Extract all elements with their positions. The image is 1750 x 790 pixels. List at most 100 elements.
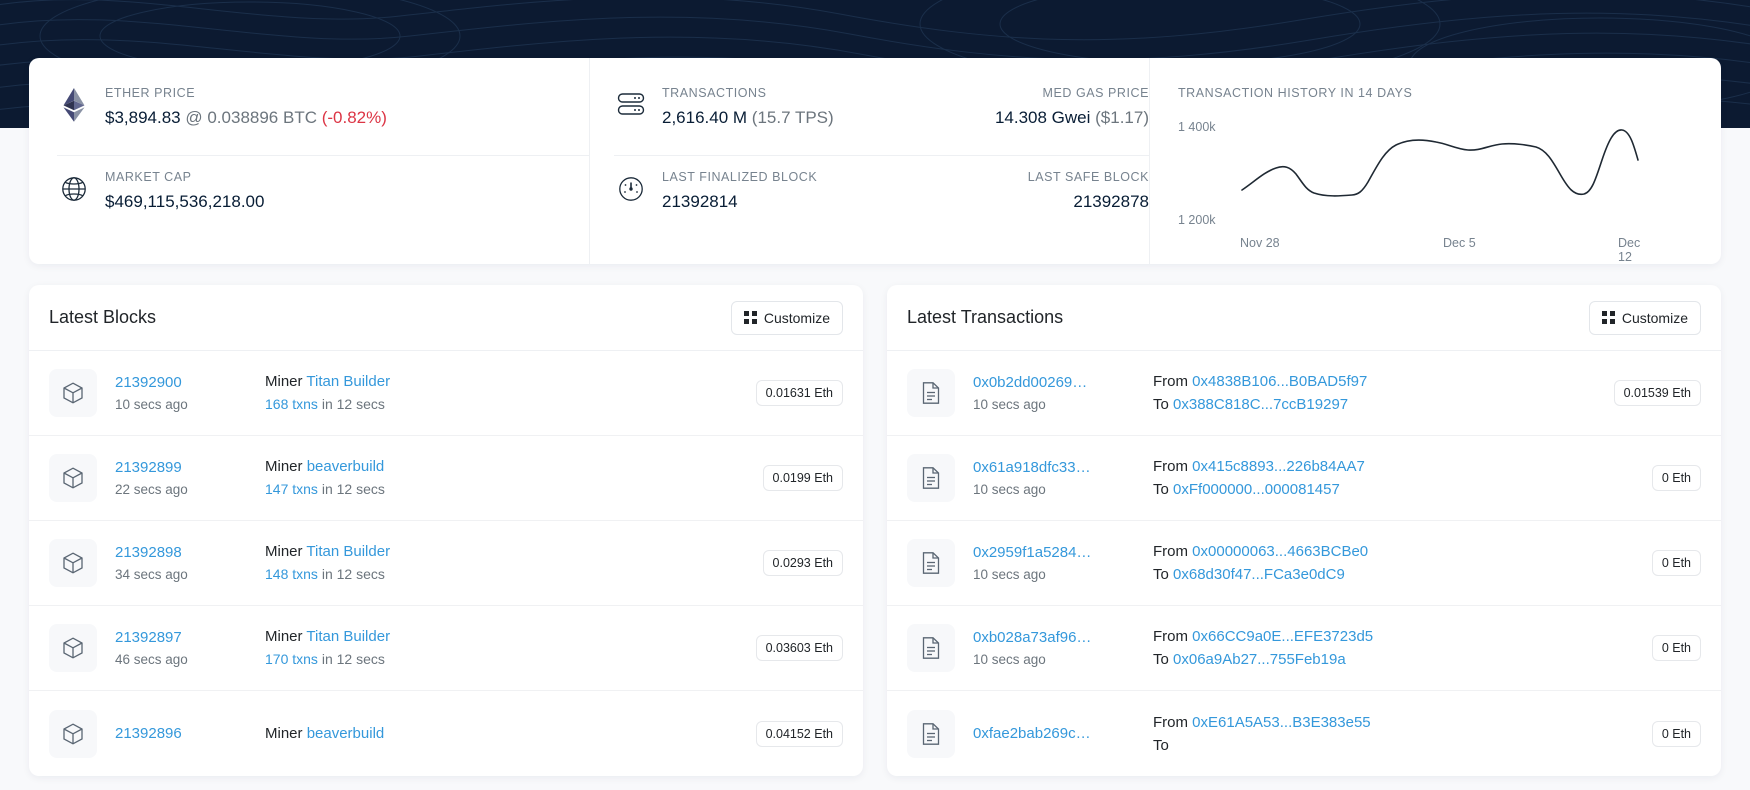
latest-blocks-header: Latest Blocks Customize xyxy=(29,285,863,351)
table-row[interactable]: 0xb028a73af96… 10 secs ago From 0x66CC9a… xyxy=(887,606,1721,691)
transaction-value-badge: 0 Eth xyxy=(1651,635,1701,661)
block-miner-line: Miner Titan Builder xyxy=(265,540,753,563)
from-label: From xyxy=(1153,458,1188,475)
block-number-link[interactable]: 21392898 xyxy=(115,544,182,561)
cube-icon xyxy=(49,454,97,502)
transaction-identity: 0x0b2dd00269… 10 secs ago xyxy=(973,372,1153,415)
table-row[interactable]: 0xfae2bab269c… From 0xE61A5A53...B3E383e… xyxy=(887,691,1721,776)
last-safe-block-block: LAST SAFE BLOCK 21392878 xyxy=(906,168,1149,215)
block-age: 46 secs ago xyxy=(115,651,188,667)
transaction-hash-link[interactable]: 0x2959f1a5284… xyxy=(973,544,1091,561)
block-miner-line: Miner beaverbuild xyxy=(265,722,746,745)
transaction-hash-link[interactable]: 0xb028a73af96… xyxy=(973,629,1091,646)
chart-xtick-1: Dec 5 xyxy=(1443,236,1476,250)
block-reward-badge: 0.0293 Eth xyxy=(762,550,843,576)
block-number-link[interactable]: 21392896 xyxy=(115,725,182,742)
chart-title: TRANSACTION HISTORY IN 14 DAYS xyxy=(1178,86,1413,100)
block-number-link[interactable]: 21392900 xyxy=(115,374,182,391)
med-gas-price-block: MED GAS PRICE 14.308 Gwei ($1.17) xyxy=(906,84,1149,131)
from-address-link[interactable]: 0x4838B106...B0BAD5f97 xyxy=(1192,373,1367,390)
transaction-addresses: From 0x00000063...4663BCBe0 To 0x68d30f4… xyxy=(1153,540,1642,586)
latest-transactions-panel: Latest Transactions Customize 0x0b2dd002… xyxy=(887,285,1721,776)
miner-label: Miner xyxy=(265,373,303,390)
transactions-customize-button[interactable]: Customize xyxy=(1588,300,1701,335)
block-txns-link[interactable]: 168 txns xyxy=(265,396,318,412)
block-age: 34 secs ago xyxy=(115,566,188,582)
table-row[interactable]: 21392896 Miner beaverbuild 0.04152 Eth xyxy=(29,691,863,776)
block-txns-line: 168 txns in 12 secs xyxy=(265,393,746,416)
to-address-link[interactable]: 0x68d30f47...FCa3e0dC9 xyxy=(1173,566,1345,583)
transaction-to-line: To 0xFf000000...000081457 xyxy=(1153,478,1642,501)
table-row[interactable]: 0x61a918dfc33… 10 secs ago From 0x415c88… xyxy=(887,436,1721,521)
to-address-link[interactable]: 0x06a9Ab27...755Feb19a xyxy=(1173,651,1346,668)
blocks-customize-button[interactable]: Customize xyxy=(730,300,843,335)
miner-link[interactable]: Titan Builder xyxy=(306,543,390,560)
transactions-gas-pair: TRANSACTIONS 2,616.40 M (15.7 TPS) MED G… xyxy=(662,84,1149,131)
block-duration: in 12 secs xyxy=(321,396,385,412)
blocks-customize-label: Customize xyxy=(763,309,830,326)
block-number-link[interactable]: 21392899 xyxy=(115,459,182,476)
cube-icon xyxy=(49,624,97,672)
document-icon xyxy=(907,539,955,587)
chart-xtick-2: Dec 12 xyxy=(1618,236,1641,264)
block-identity: 21392897 46 secs ago xyxy=(115,627,265,670)
globe-icon xyxy=(57,172,91,206)
transaction-addresses: From 0x66CC9a0E...EFE3723d5 To 0x06a9Ab2… xyxy=(1153,625,1642,671)
table-row[interactable]: 21392897 46 secs ago Miner Titan Builder… xyxy=(29,606,863,691)
transaction-hash-link[interactable]: 0xfae2bab269c… xyxy=(973,725,1091,742)
med-gas-price-usd: ($1.17) xyxy=(1095,108,1149,127)
to-address-link[interactable]: 0x388C818C...7ccB19297 xyxy=(1173,396,1348,413)
table-row[interactable]: 21392900 10 secs ago Miner Titan Builder… xyxy=(29,351,863,436)
block-miner-info: Miner Titan Builder 148 txns in 12 secs xyxy=(265,540,753,586)
transactions-label: TRANSACTIONS xyxy=(662,86,767,100)
block-txns-link[interactable]: 148 txns xyxy=(265,566,318,582)
miner-link[interactable]: Titan Builder xyxy=(306,373,390,390)
ether-price-btc: @ 0.038896 BTC xyxy=(185,108,317,127)
block-identity: 21392896 xyxy=(115,723,265,745)
block-miner-line: Miner Titan Builder xyxy=(265,370,746,393)
latest-transactions-title: Latest Transactions xyxy=(907,307,1064,327)
miner-link[interactable]: Titan Builder xyxy=(306,628,390,645)
to-label: To xyxy=(1153,566,1169,583)
from-label: From xyxy=(1153,628,1188,645)
transaction-hash-link[interactable]: 0x0b2dd00269… xyxy=(973,374,1087,391)
block-age: 10 secs ago xyxy=(115,396,188,412)
transaction-from-line: From 0x00000063...4663BCBe0 xyxy=(1153,540,1642,563)
from-address-link[interactable]: 0x00000063...4663BCBe0 xyxy=(1192,543,1368,560)
last-finalized-block-label: LAST FINALIZED BLOCK xyxy=(662,170,818,184)
from-address-link[interactable]: 0x415c8893...226b84AA7 xyxy=(1192,458,1365,475)
page-root: ETHER PRICE $3,894.83 @ 0.038896 BTC (-0… xyxy=(0,0,1750,790)
market-cap-label: MARKET CAP xyxy=(105,170,192,184)
transaction-addresses: From 0x4838B106...B0BAD5f97 To 0x388C818… xyxy=(1153,370,1604,416)
to-label: To xyxy=(1153,396,1169,413)
table-row[interactable]: 0x0b2dd00269… 10 secs ago From 0x4838B10… xyxy=(887,351,1721,436)
from-address-link[interactable]: 0x66CC9a0E...EFE3723d5 xyxy=(1192,628,1373,645)
miner-link[interactable]: beaverbuild xyxy=(307,725,385,742)
last-safe-block-value: 21392878 xyxy=(1073,192,1149,211)
miner-link[interactable]: beaverbuild xyxy=(307,458,385,475)
block-duration: in 12 secs xyxy=(321,481,385,497)
document-icon xyxy=(907,709,955,758)
table-row[interactable]: 0x2959f1a5284… 10 secs ago From 0x000000… xyxy=(887,521,1721,606)
transaction-hash-link[interactable]: 0x61a918dfc33… xyxy=(973,459,1091,476)
block-txns-link[interactable]: 147 txns xyxy=(265,481,318,497)
transaction-identity: 0x2959f1a5284… 10 secs ago xyxy=(973,542,1153,585)
to-address-link[interactable]: 0xFf000000...000081457 xyxy=(1173,481,1340,498)
table-row[interactable]: 21392898 34 secs ago Miner Titan Builder… xyxy=(29,521,863,606)
block-reward-badge: 0.0199 Eth xyxy=(762,465,843,491)
block-number-link[interactable]: 21392897 xyxy=(115,629,182,646)
block-reward-badge: 0.04152 Eth xyxy=(755,720,843,747)
table-row[interactable]: 21392899 22 secs ago Miner beaverbuild 1… xyxy=(29,436,863,521)
block-miner-line: Miner beaverbuild xyxy=(265,455,753,478)
document-icon xyxy=(907,454,955,502)
miner-label: Miner xyxy=(265,543,303,560)
chart-xtick-0: Nov 28 xyxy=(1240,236,1280,250)
transactions-count: 2,616.40 M xyxy=(662,108,748,127)
block-miner-info: Miner Titan Builder 168 txns in 12 secs xyxy=(265,370,746,416)
from-address-link[interactable]: 0xE61A5A53...B3E383e55 xyxy=(1192,714,1370,731)
block-txns-link[interactable]: 170 txns xyxy=(265,651,318,667)
transactions-value: 2,616.40 M (15.7 TPS) xyxy=(662,105,906,131)
stat-market-cap: MARKET CAP $469,115,536,218.00 xyxy=(57,168,589,236)
latest-blocks-panel: Latest Blocks Customize 21392900 10 secs… xyxy=(29,285,863,776)
block-identity: 21392898 34 secs ago xyxy=(115,542,265,585)
